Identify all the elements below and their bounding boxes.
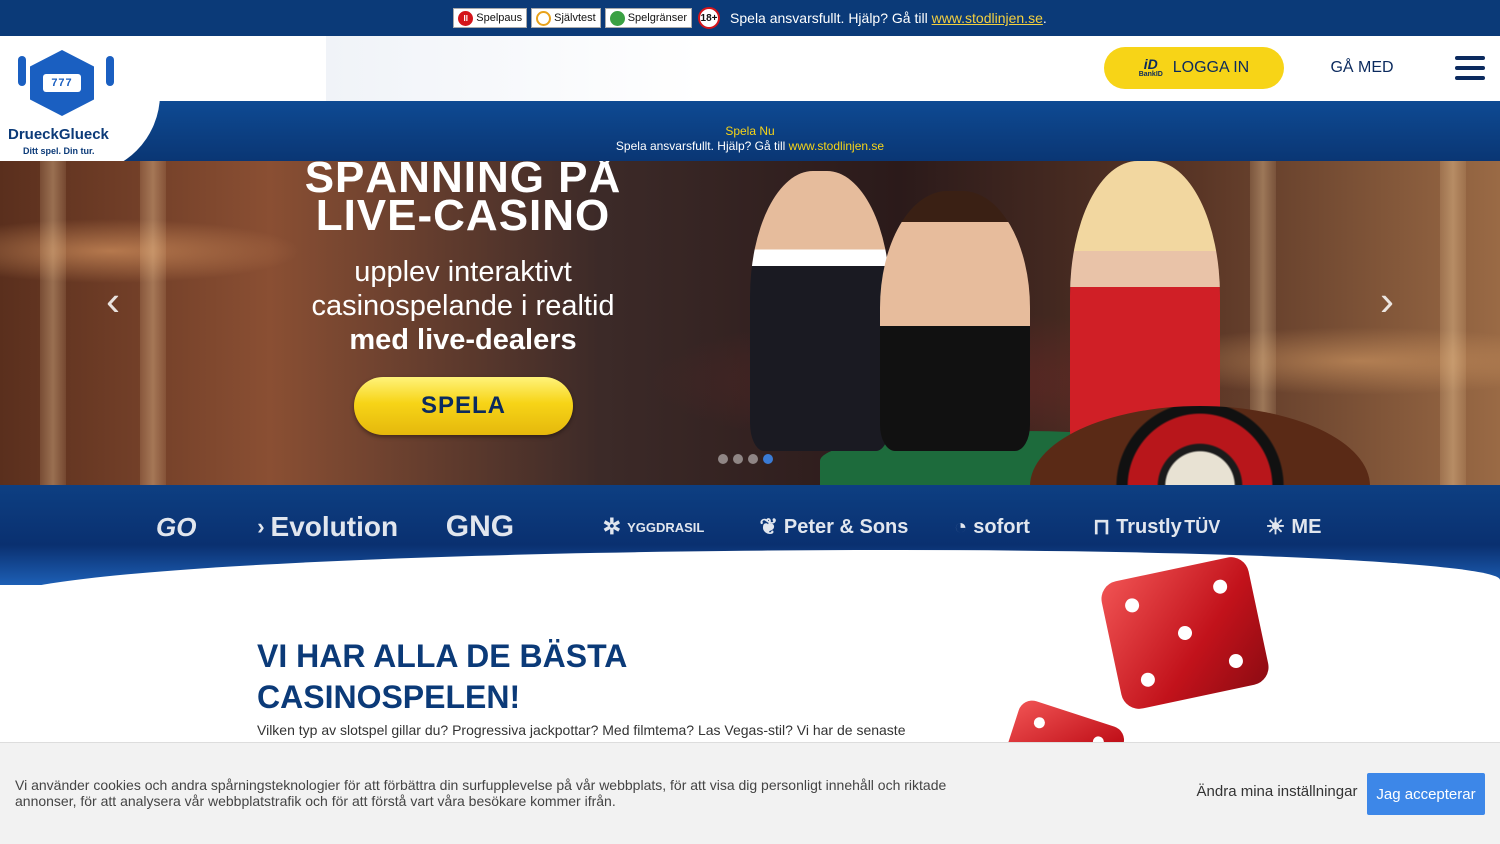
provider-trustly: ⊓ Trustly: [1092, 514, 1182, 539]
join-button[interactable]: GÅ MED: [1294, 47, 1430, 89]
spela-button[interactable]: SPELA: [354, 377, 573, 435]
sjalvtest-button[interactable]: Självtest: [531, 8, 601, 28]
spelgranser-label: Spelgränser: [627, 12, 688, 24]
login-label: LOGGA IN: [1172, 59, 1250, 76]
promo-stodlinjen-link[interactable]: www.stodlinjen.se: [789, 139, 884, 153]
provider-tuv: TÜV: [1184, 517, 1265, 538]
section-text: Vilken typ av slotspel gillar du? Progre…: [257, 722, 906, 738]
robot-ear-right-icon: [106, 56, 114, 86]
rg-text-prefix: Spela ansvarsfullt. Hjälp? Gå till: [730, 10, 932, 26]
hero-sub-line2: casinospelande i realtid: [311, 290, 615, 322]
provider-evolution: › Evolution: [257, 511, 399, 542]
logo-tagline: Ditt spel. Din tur.: [23, 146, 95, 156]
providers-row: GO › Evolution GNG ✲ YGGDRASIL ❦ Peter & So…: [150, 505, 1355, 549]
bankid-text: BankID: [1138, 71, 1163, 78]
hero-sub-line3: med live-dealers: [349, 324, 577, 356]
hero-sub-line1: upplev interaktivt: [354, 256, 572, 288]
hamburger-menu-icon[interactable]: [1455, 56, 1485, 80]
cookie-banner: Vi använder cookies och andra spårningst…: [0, 742, 1500, 844]
carousel-dot-1[interactable]: [718, 454, 728, 464]
dealer-woman-image: [880, 191, 1030, 451]
cookie-settings-link[interactable]: Ändra mina inställningar: [1192, 783, 1362, 800]
age-limit-badge: 18+: [698, 7, 721, 29]
bankid-icon: iD BankID: [1138, 56, 1163, 78]
carousel-prev-icon[interactable]: ‹: [98, 280, 128, 322]
cookie-accept-button[interactable]: Jag accepterar: [1367, 773, 1485, 815]
trustly-icon: ⊓: [1092, 514, 1111, 539]
gauge-icon: [536, 10, 552, 26]
promo-strip: Spela Nu Spela ansvarsfullt. Hjälp? Gå t…: [0, 101, 1500, 161]
tuv-icon: TÜV: [1184, 516, 1221, 537]
logo-reels: 777: [43, 74, 81, 92]
hero-subtitle: upplev interaktivt casinospelande i real…: [263, 255, 663, 357]
carousel-dot-4[interactable]: [763, 454, 773, 464]
rg-text: Spela ansvarsfullt. Hjälp? Gå till www.s…: [730, 10, 1047, 26]
cookie-text: Vi använder cookies och andra spårningst…: [15, 777, 947, 809]
promo-rg-prefix: Spela ansvarsfullt. Hjälp? Gå till: [615, 139, 789, 153]
yggdrasil-icon: ✲: [602, 514, 622, 539]
hero-title-line2: LIVE-CASINO: [315, 191, 611, 240]
spelgranser-button[interactable]: Spelgränser: [604, 8, 693, 28]
provider-gng: GNG: [445, 510, 515, 543]
provider-merkur: ☀ ME: [1265, 514, 1322, 539]
peter-sons-icon: ❦: [759, 514, 778, 539]
dealer-man-image: [750, 171, 890, 451]
sofort-icon: ◔: [954, 514, 968, 539]
carousel-dots: [718, 454, 773, 464]
evolution-icon: ›: [257, 514, 265, 539]
carousel-dot-2[interactable]: [733, 454, 743, 464]
site-header: iD BankID LOGGA IN GÅ MED: [0, 36, 1500, 101]
site-logo[interactable]: 777 DrueckGlueck Ditt spel. Din tur.: [0, 36, 160, 176]
limit-icon: [609, 10, 625, 26]
spelpaus-button[interactable]: II Spelpaus: [453, 8, 528, 28]
spela-nu-link[interactable]: Spela Nu: [0, 124, 1500, 139]
robot-ear-left-icon: [18, 56, 26, 86]
spelpaus-label: Spelpaus: [476, 12, 523, 24]
pause-icon: II: [458, 10, 474, 26]
carousel-next-icon[interactable]: ›: [1372, 280, 1402, 322]
provider-yggdrasil: ✲ YGGDRASIL: [602, 514, 705, 539]
provider-peter-sons: ❦ Peter & Sons: [759, 514, 909, 539]
sjalvtest-label: Självtest: [554, 12, 596, 24]
provider-play-go: GO: [156, 511, 197, 542]
stodlinjen-link[interactable]: www.stodlinjen.se: [932, 10, 1043, 26]
logo-name: DrueckGlueck: [8, 126, 109, 143]
carousel-dot-3[interactable]: [748, 454, 758, 464]
login-button[interactable]: iD BankID LOGGA IN: [1104, 47, 1284, 89]
hero-carousel: SPÄNNING PÅ LIVE-CASINO upplev interakti…: [0, 161, 1500, 485]
merkur-icon: ☀: [1265, 514, 1286, 539]
responsible-gaming-bar: II Spelpaus Självtest Spelgränser 18+ Sp…: [0, 0, 1500, 36]
provider-sofort: ◔ sofort: [954, 514, 1030, 539]
rg-text-period: .: [1042, 10, 1047, 26]
promo-rg-text: Spela ansvarsfullt. Hjälp? Gå till www.s…: [0, 139, 1500, 154]
section-title: VI HAR ALLA DE BÄSTA CASINOSPELEN!: [257, 638, 627, 715]
